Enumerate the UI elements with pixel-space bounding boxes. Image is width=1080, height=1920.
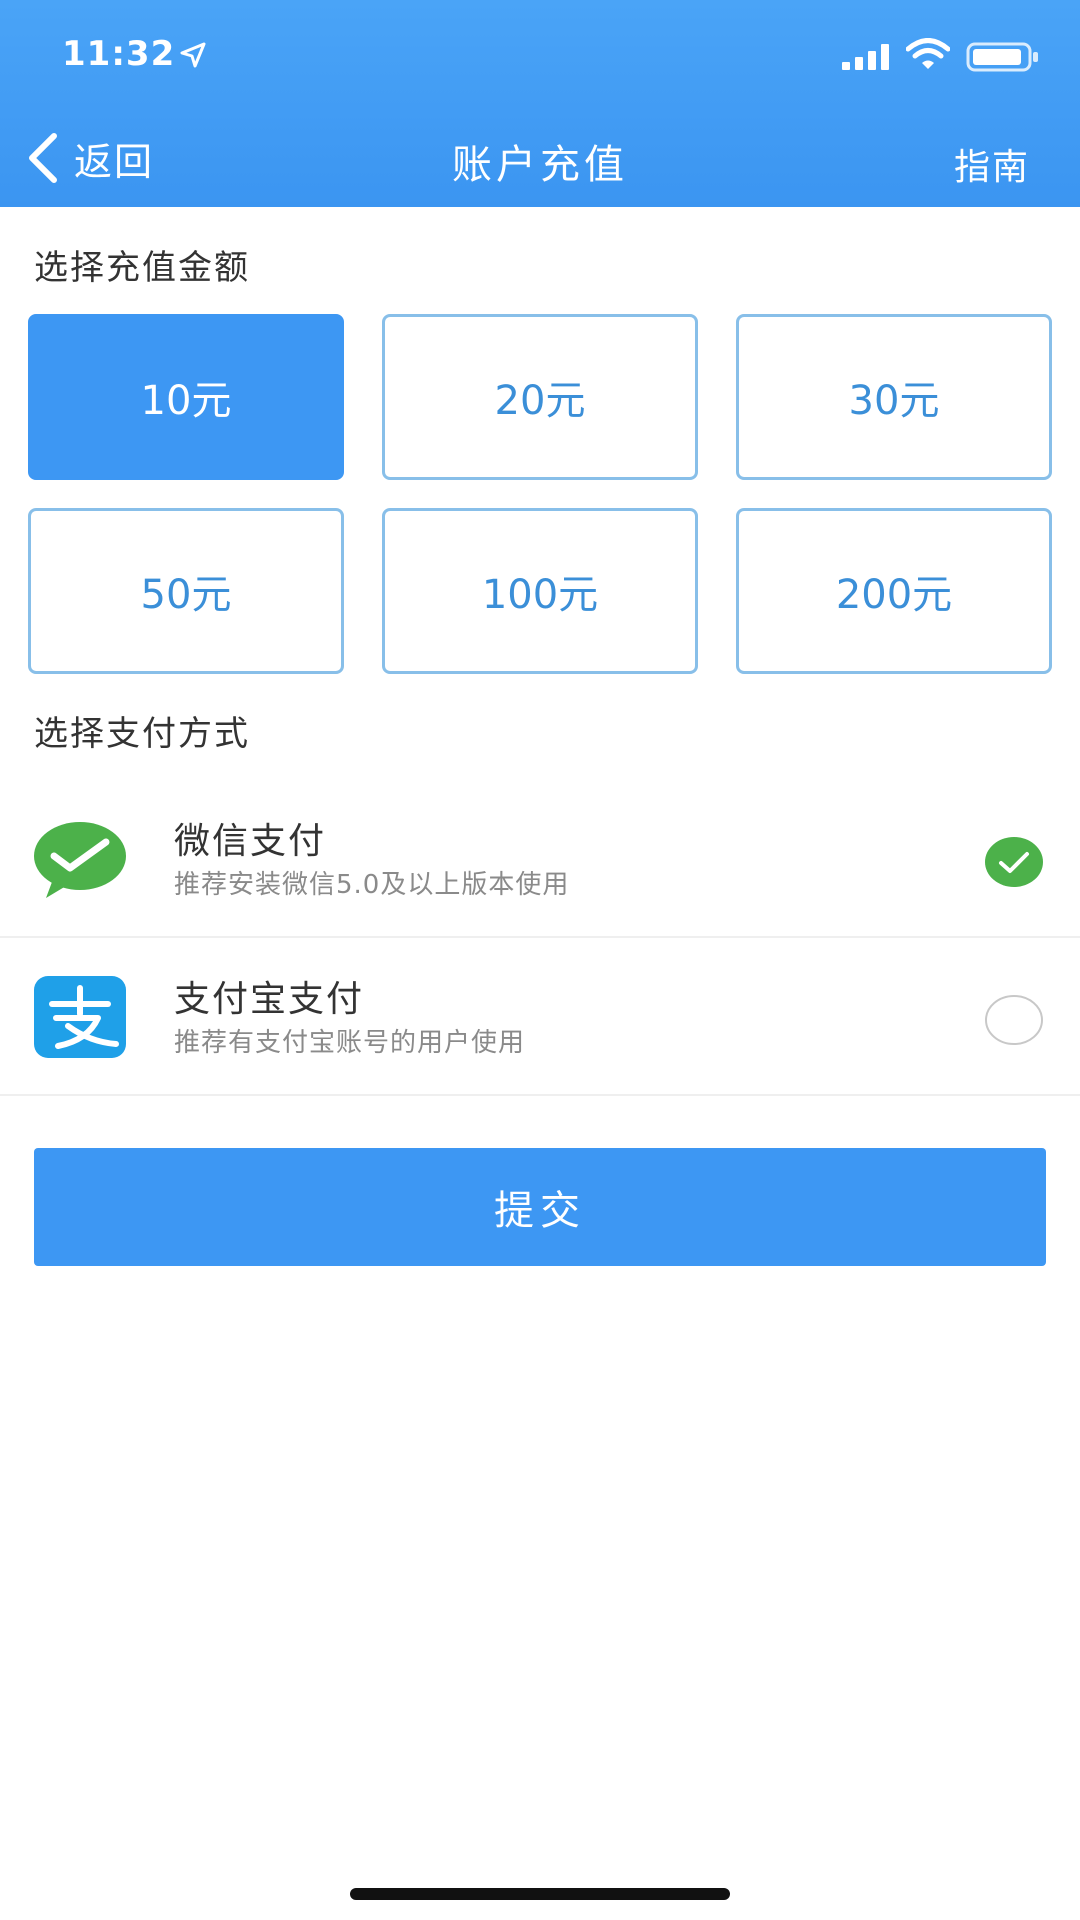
payment-option-wechat[interactable]: 微信支付 推荐安装微信5.0及以上版本使用 <box>0 782 1080 938</box>
check-circle-icon[interactable] <box>984 836 1044 888</box>
signal-icon <box>842 44 889 70</box>
wifi-icon <box>906 38 950 69</box>
guide-button[interactable]: 指南 <box>954 138 1030 190</box>
app-header: 11:32 返回 账户充值 指南 <box>0 0 1080 207</box>
amount-option-50[interactable]: 50元 <box>28 508 344 674</box>
amount-option-100[interactable]: 100元 <box>382 508 698 674</box>
wechat-pay-icon <box>34 822 126 898</box>
home-indicator[interactable] <box>350 1888 730 1900</box>
payment-description: 推荐有支付宝账号的用户使用 <box>174 1028 526 1058</box>
location-arrow-icon <box>180 42 206 68</box>
nav-bar: 返回 账户充值 指南 <box>0 118 1080 198</box>
payment-name: 微信支付 <box>174 821 327 862</box>
battery-icon <box>966 42 1038 72</box>
payment-description: 推荐安装微信5.0及以上版本使用 <box>174 870 570 900</box>
radio-unchecked-icon[interactable] <box>984 994 1044 1046</box>
submit-button[interactable]: 提交 <box>34 1148 1046 1266</box>
payment-name: 支付宝支付 <box>174 979 365 1020</box>
amount-section-title: 选择充值金额 <box>34 248 250 288</box>
amount-option-200[interactable]: 200元 <box>736 508 1052 674</box>
alipay-icon <box>34 976 126 1058</box>
amount-option-30[interactable]: 30元 <box>736 314 1052 480</box>
payment-option-alipay[interactable]: 支付宝支付 推荐有支付宝账号的用户使用 <box>0 940 1080 1096</box>
status-time: 11:32 <box>62 34 176 74</box>
payment-section-title: 选择支付方式 <box>34 714 250 754</box>
page-title: 账户充值 <box>452 142 628 188</box>
amount-option-20[interactable]: 20元 <box>382 314 698 480</box>
amount-option-10[interactable]: 10元 <box>28 314 344 480</box>
status-bar: 11:32 <box>0 0 1080 110</box>
